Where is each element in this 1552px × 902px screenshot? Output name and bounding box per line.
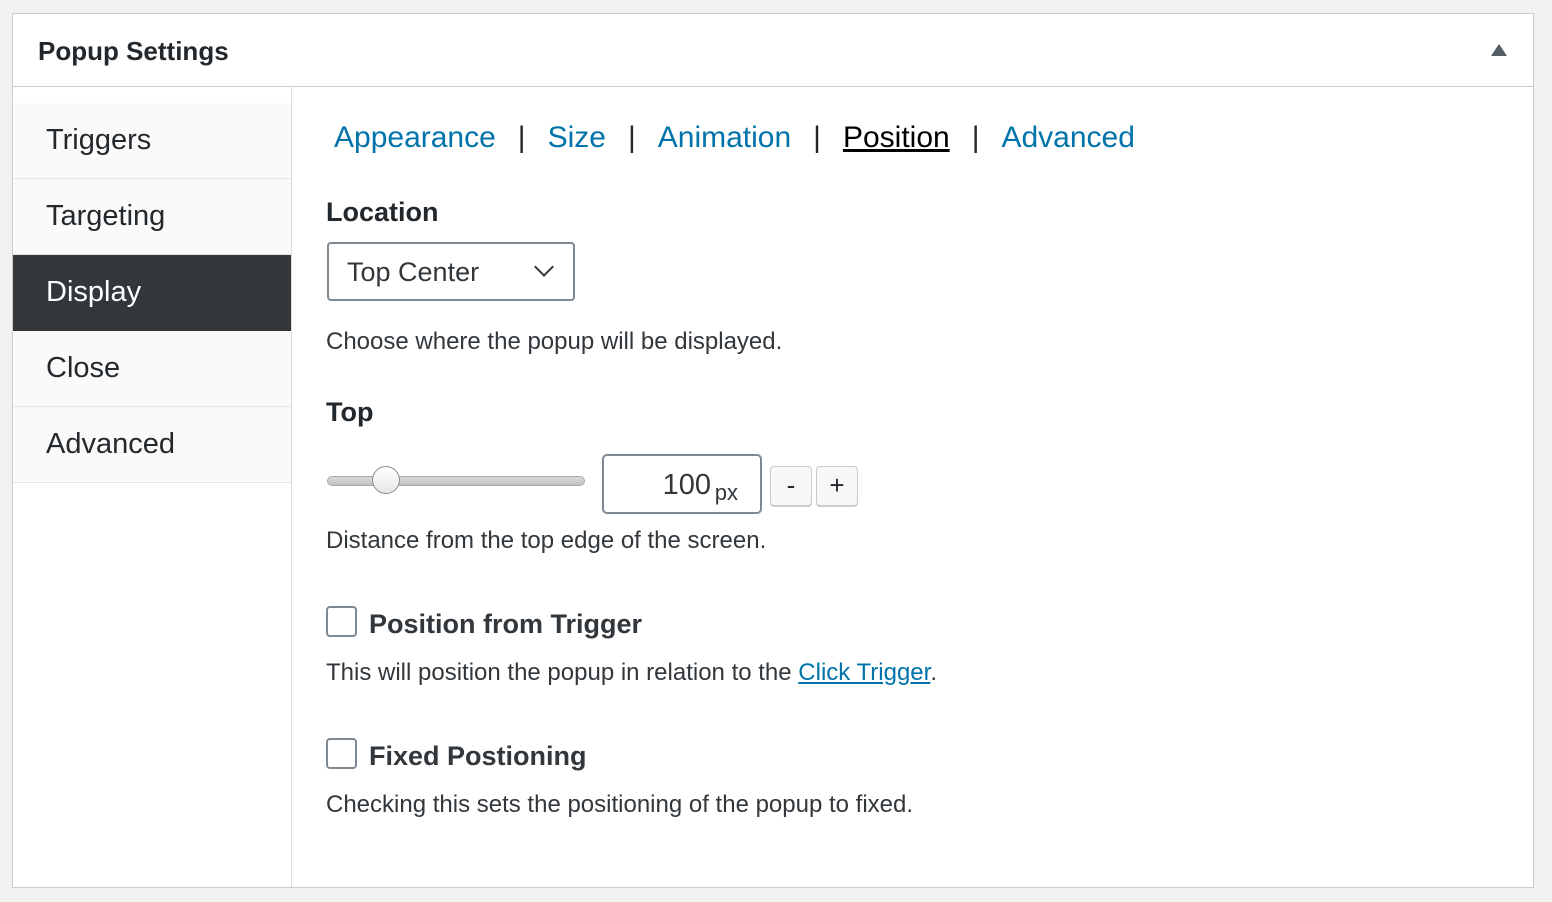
click-trigger-link[interactable]: Click Trigger	[798, 659, 930, 686]
sidebar-item-targeting[interactable]: Targeting	[13, 179, 291, 255]
subtab-separator: |	[627, 121, 636, 154]
fixed-positioning-description: Checking this sets the positioning of th…	[326, 791, 914, 818]
fixed-positioning-checkbox[interactable]	[326, 738, 357, 769]
metabox-header: Popup Settings	[13, 14, 1533, 87]
subtab-appearance[interactable]: Appearance	[334, 121, 496, 154]
top-label: Top	[326, 397, 374, 427]
position-from-trigger-checkbox[interactable]	[326, 606, 357, 637]
top-slider[interactable]	[327, 466, 585, 496]
settings-content: Appearance | Size | Animation | Position | Advan…	[326, 87, 1533, 887]
sidebar-item-triggers[interactable]: Triggers	[13, 103, 291, 179]
top-slider-track[interactable]	[327, 476, 585, 486]
chevron-down-icon	[534, 257, 554, 277]
subtab-separator: |	[971, 121, 980, 154]
top-slider-handle[interactable]	[372, 466, 401, 494]
metabox-title: Popup Settings	[38, 36, 229, 66]
location-description: Choose where the popup will be displayed…	[326, 328, 783, 355]
subtab-separator: |	[813, 121, 821, 154]
position-from-trigger-description: This will position the popup in relation…	[326, 659, 937, 687]
position-from-trigger-description-end: .	[930, 659, 937, 686]
subtab-separator: |	[517, 121, 526, 154]
location-select-value: Top Center	[347, 257, 480, 287]
subtab-animation[interactable]: Animation	[658, 121, 791, 154]
subtab-position[interactable]: Position	[843, 121, 950, 154]
sidebar-item-advanced[interactable]: Advanced	[13, 407, 291, 483]
position-from-trigger-description-text: This will position the popup in relation…	[326, 659, 799, 686]
popup-settings-metabox: Popup Settings Triggers Targeting Displa…	[12, 13, 1534, 888]
fixed-positioning-label[interactable]: Fixed Postioning	[369, 741, 587, 772]
location-label: Location	[326, 197, 439, 227]
location-select[interactable]: Top Center	[327, 242, 575, 301]
collapse-triangle-icon[interactable]	[1491, 44, 1507, 56]
increment-button[interactable]: +	[816, 466, 858, 506]
subtab-advanced[interactable]: Advanced	[1001, 121, 1134, 154]
sidebar-tab-list: Triggers Targeting Display Close Advance…	[13, 103, 291, 483]
top-unit: px	[714, 480, 738, 505]
decrement-button[interactable]: -	[770, 466, 812, 506]
top-description: Distance from the top edge of the screen…	[326, 527, 767, 554]
settings-sidebar: Triggers Targeting Display Close Advance…	[13, 87, 292, 887]
top-number-input[interactable]: 100 px	[602, 454, 762, 514]
subtab-size[interactable]: Size	[548, 121, 606, 154]
subtab-nav: Appearance | Size | Animation | Position | Advan…	[334, 121, 1135, 155]
sidebar-item-display[interactable]: Display	[13, 255, 291, 331]
position-from-trigger-label[interactable]: Position from Trigger	[369, 609, 642, 640]
top-value: 100	[662, 469, 711, 501]
sidebar-item-close[interactable]: Close	[13, 331, 291, 407]
